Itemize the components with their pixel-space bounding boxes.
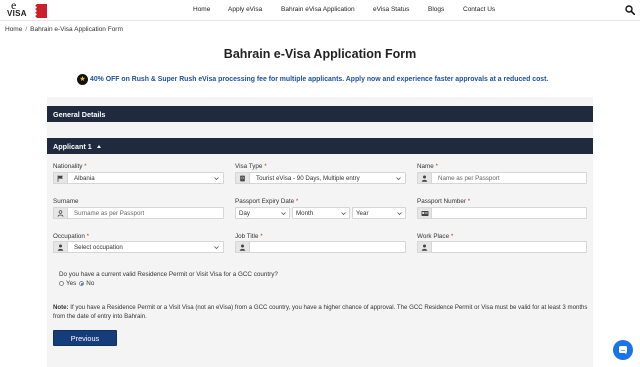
chevron-down-icon: [214, 176, 219, 180]
passport-number-label: Passport Number *: [417, 198, 471, 205]
nav-home[interactable]: Home: [193, 6, 210, 13]
name-label: Name *: [417, 163, 438, 170]
expiry-day-select[interactable]: Day: [235, 207, 290, 219]
surname-label: Surname: [53, 198, 79, 205]
expiry-year-select[interactable]: Year: [352, 207, 406, 219]
person-icon: [418, 242, 432, 252]
star-badge-icon: ★: [77, 73, 88, 85]
note-text: If you have a Residence Permit or a Visi…: [53, 304, 588, 320]
breadcrumb-separator: /: [25, 26, 28, 33]
visa-type-select[interactable]: Tourist eVisa - 90 Days, Multiple entry: [235, 172, 406, 184]
applicant-1-title: Applicant 1: [53, 141, 92, 151]
surname-input[interactable]: Surname as per Passport: [53, 207, 224, 219]
expiry-day-value: Day: [239, 209, 251, 217]
gcc-no-radio[interactable]: [79, 281, 85, 286]
person-icon: [54, 242, 68, 252]
work-place-input[interactable]: [417, 241, 587, 253]
gcc-yes-label[interactable]: Yes: [66, 280, 76, 287]
job-title-input[interactable]: [235, 241, 406, 253]
occupation-label: Occupation *: [53, 233, 90, 240]
nav-evisa-status[interactable]: eVisa Status: [373, 6, 409, 13]
gcc-no-label[interactable]: No: [86, 280, 94, 287]
chat-icon: [619, 346, 627, 355]
chevron-down-icon: [281, 211, 286, 215]
surname-placeholder: Surname as per Passport: [74, 209, 145, 217]
nav-apply-evisa[interactable]: Apply eVisa: [228, 6, 262, 13]
occupation-value: Select occupation: [74, 243, 123, 251]
search-icon[interactable]: [625, 5, 635, 15]
general-details-header[interactable]: General Details: [47, 106, 593, 122]
note-label: Note:: [53, 304, 69, 311]
work-place-label: Work Place *: [417, 233, 454, 240]
logo-word: VISA: [7, 9, 27, 18]
breadcrumb-home[interactable]: Home: [5, 26, 22, 33]
id-card-icon: [418, 208, 432, 218]
nav-bahrain-evisa-application[interactable]: Bahrain eVisa Application: [281, 6, 355, 13]
nationality-value: Albania: [74, 174, 95, 182]
person-icon: [236, 242, 250, 252]
gcc-question: Do you have a current valid Residence Pe…: [59, 271, 278, 278]
name-input[interactable]: Name as per Passport: [417, 172, 587, 184]
job-title-label: Job Title *: [235, 233, 263, 240]
expiry-year-value: Year: [356, 209, 369, 217]
applicant-1-header[interactable]: Applicant 1: [47, 138, 593, 154]
passport-expiry-label: Passport Expiry Date *: [235, 198, 299, 205]
passport-number-input[interactable]: [417, 207, 587, 219]
chevron-down-icon: [396, 176, 401, 180]
breadcrumb-current: Bahrain e-Visa Application Form: [30, 26, 123, 33]
flag-icon: [54, 173, 68, 183]
page-title: Bahrain e-Visa Application Form: [223, 47, 417, 61]
chevron-down-icon: [397, 211, 402, 215]
nav-contact-us[interactable]: Contact Us: [463, 6, 495, 13]
chat-widget-button[interactable]: [613, 340, 633, 360]
top-navbar: e VISA Home Apply eVisa Bahrain eVisa Ap…: [0, 0, 640, 21]
visa-type-label: Visa Type *: [235, 163, 267, 170]
expiry-month-select[interactable]: Month: [292, 207, 350, 219]
gcc-note: Note: If you have a Residence Permit or …: [53, 303, 593, 321]
gcc-yes-radio[interactable]: [59, 281, 64, 286]
breadcrumb: Home / Bahrain e-Visa Application Form: [5, 26, 123, 33]
collapse-caret-icon: [96, 144, 101, 148]
chevron-down-icon: [214, 245, 219, 249]
visa-type-value: Tourist eVisa - 90 Days, Multiple entry: [256, 174, 360, 182]
name-placeholder: Name as per Passport: [438, 174, 500, 182]
previous-button[interactable]: Previous: [53, 330, 117, 346]
nav-blogs[interactable]: Blogs: [428, 6, 444, 13]
promo-banner: ★ 40% OFF on Rush & Super Rush eVisa pro…: [77, 72, 548, 86]
person-outline-icon: [54, 208, 68, 218]
occupation-select[interactable]: Select occupation: [53, 241, 224, 253]
promo-text: 40% OFF on Rush & Super Rush eVisa proce…: [90, 75, 549, 83]
nationality-label: Nationality *: [53, 163, 87, 170]
expiry-month-value: Month: [296, 209, 314, 217]
bahrain-flag-icon: [33, 4, 47, 18]
person-icon: [418, 173, 432, 183]
general-details-title: General Details: [53, 109, 106, 119]
chevron-down-icon: [341, 211, 346, 215]
evisa-logo[interactable]: e VISA: [7, 0, 47, 19]
passport-icon: [236, 173, 250, 183]
gcc-radio-group: Yes No: [59, 280, 94, 287]
nationality-select[interactable]: Albania: [53, 172, 224, 184]
